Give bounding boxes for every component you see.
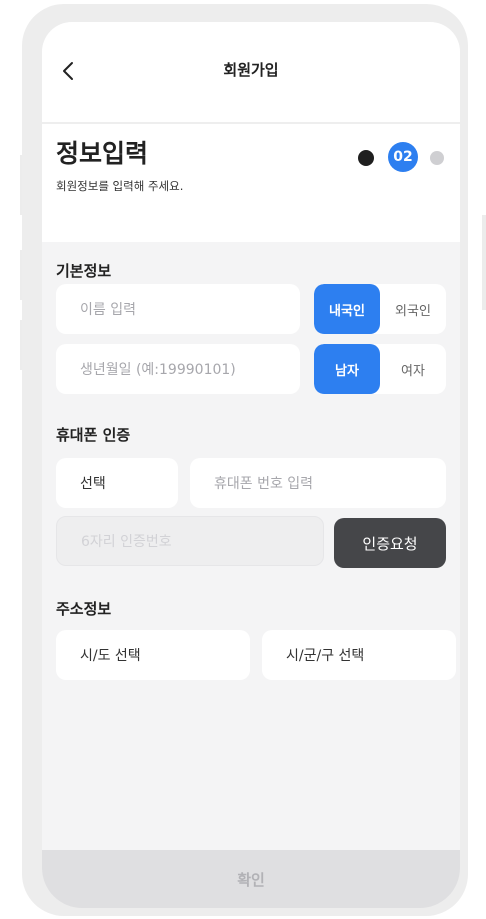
address-title: 주소정보 [56, 600, 112, 618]
top-navigation: 회원가입 [42, 22, 460, 122]
basic-info-title: 기본정보 [56, 262, 112, 280]
nationality-toggle: 내국인 외국인 [314, 284, 446, 334]
carrier-select[interactable]: 선택 [56, 458, 178, 508]
nationality-option-foreign[interactable]: 외국인 [380, 284, 446, 334]
name-input[interactable]: 이름 입력 [56, 284, 300, 334]
background-decoration [482, 215, 486, 310]
verification-code-input[interactable]: 6자리 인증번호 [56, 516, 324, 566]
sido-select[interactable]: 시/도 선택 [56, 630, 250, 680]
request-verification-button[interactable]: 인증요청 [334, 518, 446, 568]
confirm-button[interactable]: 확인 [42, 850, 460, 908]
step-indicator-1 [358, 150, 374, 166]
step-indicator-current: 02 [388, 142, 418, 172]
nationality-option-domestic[interactable]: 내국인 [314, 284, 380, 334]
gender-option-female[interactable]: 여자 [380, 344, 446, 394]
section-heading: 정보입력 [56, 139, 149, 168]
gender-toggle: 남자 여자 [314, 344, 446, 394]
section-subtitle: 회원정보를 입력해 주세요. [56, 179, 184, 193]
birthdate-input[interactable]: 생년월일 (예:19990101) [56, 344, 300, 394]
step-indicator-3 [430, 151, 444, 165]
info-header: 정보입력 회원정보를 입력해 주세요. 02 [42, 124, 460, 242]
gender-option-male[interactable]: 남자 [314, 344, 380, 394]
page-title: 회원가입 [223, 61, 279, 79]
sigungu-select[interactable]: 시/군/구 선택 [262, 630, 456, 680]
phone-auth-title: 휴대폰 인증 [56, 426, 131, 444]
signup-screen: 회원가입 정보입력 회원정보를 입력해 주세요. 02 기본정보 이름 입력 내… [42, 22, 460, 908]
phone-number-input[interactable]: 휴대폰 번호 입력 [190, 458, 446, 508]
